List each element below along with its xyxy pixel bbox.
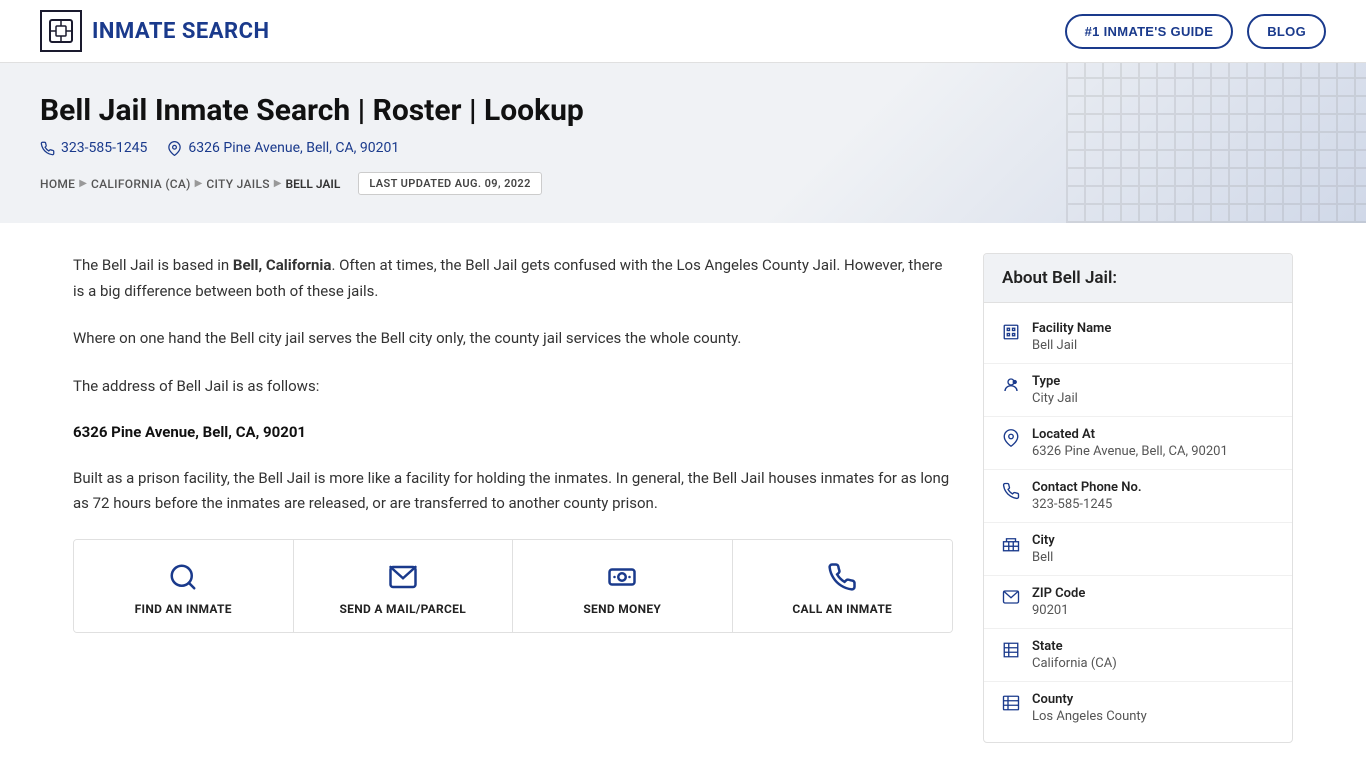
send-mail-card[interactable]: SEND A MAIL/PARCEL (294, 540, 514, 632)
info-row-county: County Los Angeles County (984, 682, 1292, 734)
paragraph-2: Where on one hand the Bell city jail ser… (73, 326, 953, 352)
send-mail-label: SEND A MAIL/PARCEL (339, 602, 466, 616)
facility-name-value: Bell Jail (1032, 338, 1111, 353)
city-value: Bell (1032, 550, 1055, 565)
sep1: ▶ (79, 178, 87, 189)
city-content: City Bell (1032, 533, 1055, 565)
inmates-guide-button[interactable]: #1 INMATE'S GUIDE (1065, 14, 1234, 49)
blog-button[interactable]: BLOG (1247, 14, 1326, 49)
type-value: City Jail (1032, 391, 1078, 406)
hero-address-text: 6326 Pine Avenue, Bell, CA, 90201 (188, 140, 399, 156)
paragraph-3: The address of Bell Jail is as follows: (73, 374, 953, 400)
money-icon (607, 562, 637, 592)
address-block: 6326 Pine Avenue, Bell, CA, 90201 (73, 421, 953, 444)
logo-link[interactable]: INMATE SEARCH (40, 10, 270, 52)
breadcrumb-california[interactable]: CALIFORNIA (CA) (91, 177, 191, 191)
paragraph-1: The Bell Jail is based in Bell, Californ… (73, 253, 953, 304)
search-icon (168, 562, 198, 592)
logo-icon (40, 10, 82, 52)
about-card: About Bell Jail: Facility Na (983, 253, 1293, 743)
about-card-body: Facility Name Bell Jail Type (984, 303, 1292, 742)
phone-icon (827, 562, 857, 592)
breadcrumb-home[interactable]: HOME (40, 177, 75, 191)
building-icon (1002, 323, 1020, 345)
type-content: Type City Jail (1032, 374, 1078, 406)
find-inmate-card[interactable]: FIND AN INMATE (74, 540, 294, 632)
para1-bold: Bell, California (233, 256, 332, 274)
info-row-zip: ZIP Code 90201 (984, 576, 1292, 629)
county-content: County Los Angeles County (1032, 692, 1147, 724)
info-row-city: City Bell (984, 523, 1292, 576)
action-cards: FIND AN INMATE SEND A MAIL/PARCEL SEND M… (73, 539, 953, 633)
hero-phone-text: 323-585-1245 (61, 140, 147, 156)
call-inmate-card[interactable]: CALL AN INMATE (733, 540, 953, 632)
state-value: California (CA) (1032, 656, 1117, 671)
zip-value: 90201 (1032, 603, 1085, 618)
zip-content: ZIP Code 90201 (1032, 586, 1085, 618)
facility-name-content: Facility Name Bell Jail (1032, 321, 1111, 353)
state-content: State California (CA) (1032, 639, 1117, 671)
facility-name-label: Facility Name (1032, 321, 1111, 336)
location-icon (1002, 429, 1020, 451)
info-row-phone: Contact Phone No. 323-585-1245 (984, 470, 1292, 523)
phone-label: Contact Phone No. (1032, 480, 1142, 495)
last-updated: LAST UPDATED AUG. 09, 2022 (358, 172, 541, 195)
call-inmate-label: CALL AN INMATE (792, 602, 892, 616)
article-text: The Bell Jail is based in Bell, Californ… (73, 253, 953, 399)
about-card-header: About Bell Jail: (984, 254, 1292, 303)
header: INMATE SEARCH #1 INMATE'S GUIDE BLOG (0, 0, 1366, 63)
sep2: ▶ (195, 178, 203, 189)
logo-text: INMATE SEARCH (92, 19, 270, 44)
location-value: 6326 Pine Avenue, Bell, CA, 90201 (1032, 444, 1228, 459)
sep3: ▶ (274, 178, 282, 189)
zip-icon (1002, 588, 1020, 610)
location-content: Located At 6326 Pine Avenue, Bell, CA, 9… (1032, 427, 1228, 459)
hero-banner: Bell Jail Inmate Search | Roster | Looku… (0, 63, 1366, 223)
county-value: Los Angeles County (1032, 709, 1147, 724)
city-icon (1002, 535, 1020, 557)
hero-background (1066, 63, 1366, 223)
state-icon (1002, 641, 1020, 663)
send-money-label: SEND MONEY (583, 602, 661, 616)
breadcrumb-current: BELL JAIL (286, 177, 341, 191)
location-label: Located At (1032, 427, 1228, 442)
send-money-card[interactable]: SEND MONEY (513, 540, 733, 632)
info-row-state: State California (CA) (984, 629, 1292, 682)
contact-phone-icon (1002, 482, 1020, 504)
right-column: About Bell Jail: Facility Na (983, 253, 1293, 743)
type-icon (1002, 376, 1020, 398)
type-label: Type (1032, 374, 1078, 389)
left-column: The Bell Jail is based in Bell, Californ… (73, 253, 953, 743)
para1-prefix: The Bell Jail is based in (73, 256, 233, 274)
hero-phone: 323-585-1245 (40, 140, 147, 156)
city-label: City (1032, 533, 1055, 548)
paragraph-4: Built as a prison facility, the Bell Jai… (73, 466, 953, 517)
info-row-location: Located At 6326 Pine Avenue, Bell, CA, 9… (984, 417, 1292, 470)
county-icon (1002, 694, 1020, 716)
info-row-type: Type City Jail (984, 364, 1292, 417)
zip-label: ZIP Code (1032, 586, 1085, 601)
header-nav: #1 INMATE'S GUIDE BLOG (1065, 14, 1326, 49)
breadcrumb-city-jails[interactable]: CITY JAILS (206, 177, 269, 191)
find-inmate-label: FIND AN INMATE (135, 602, 232, 616)
phone-value: 323-585-1245 (1032, 497, 1142, 512)
info-row-facility: Facility Name Bell Jail (984, 311, 1292, 364)
state-label: State (1032, 639, 1117, 654)
article-text-2: Built as a prison facility, the Bell Jai… (73, 466, 953, 517)
hero-address: 6326 Pine Avenue, Bell, CA, 90201 (167, 140, 399, 156)
phone-content: Contact Phone No. 323-585-1245 (1032, 480, 1142, 512)
mail-icon (388, 562, 418, 592)
county-label: County (1032, 692, 1147, 707)
main-content: The Bell Jail is based in Bell, Californ… (33, 223, 1333, 773)
